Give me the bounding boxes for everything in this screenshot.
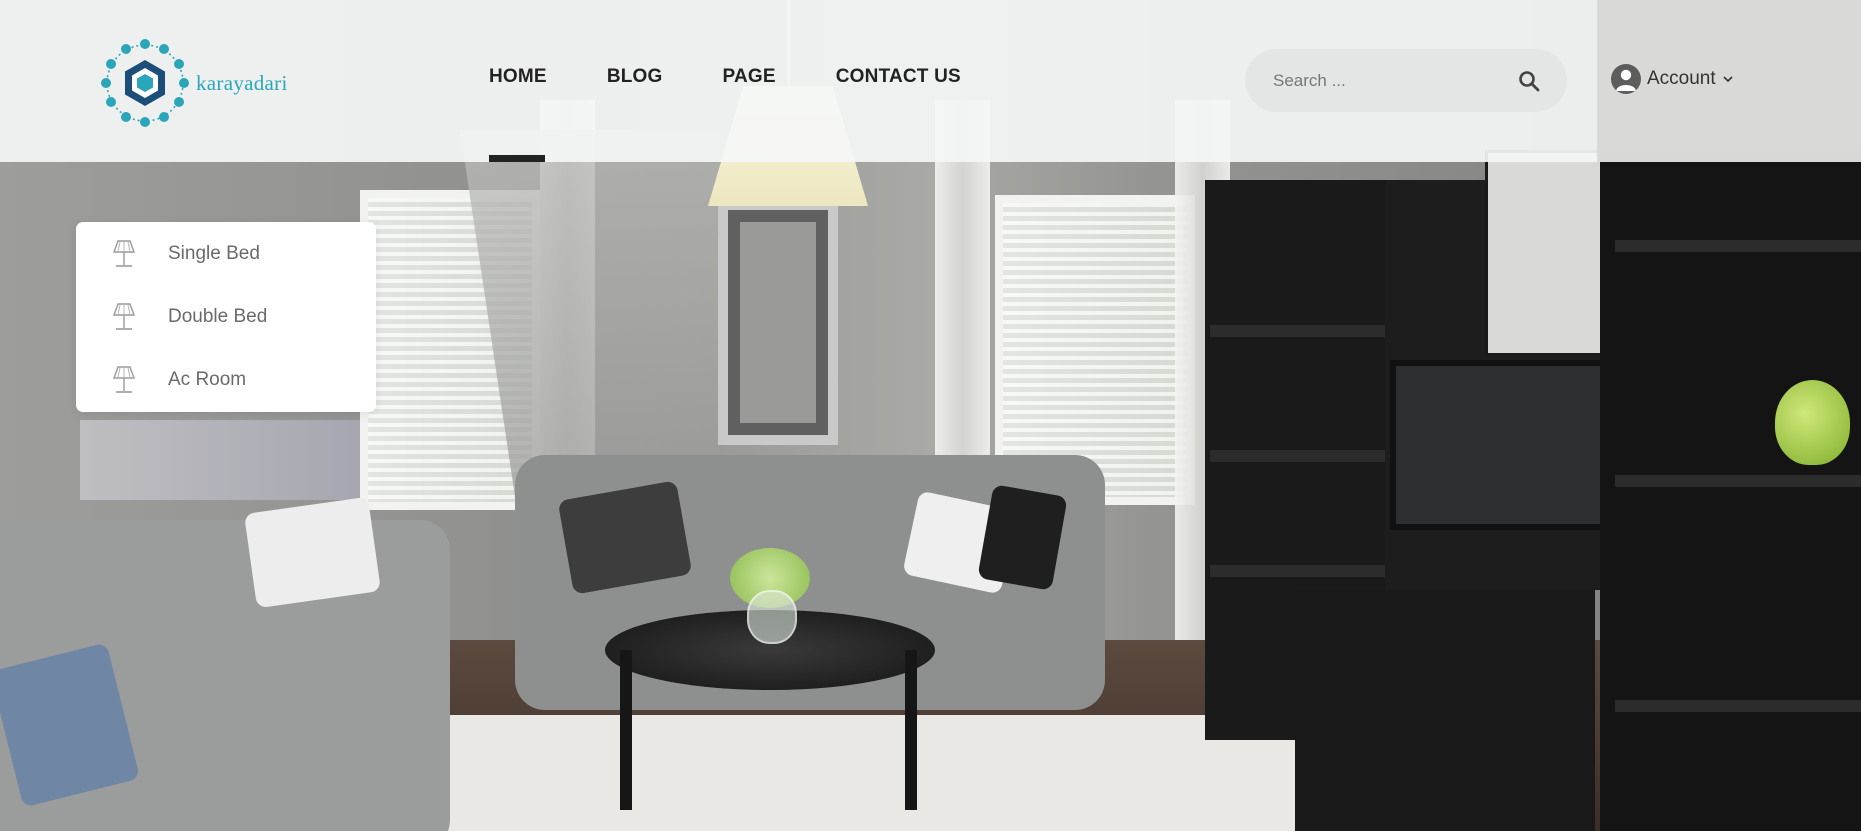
nav-contact-us[interactable]: CONTACT US <box>836 66 961 88</box>
account-menu-button[interactable]: Account <box>1611 64 1734 94</box>
shelf <box>1615 700 1861 712</box>
menu-item-label: Single Bed <box>168 242 260 264</box>
tv-cabinet <box>1295 590 1595 831</box>
logo[interactable]: karayadari <box>100 38 288 128</box>
decor-pear <box>1775 380 1850 465</box>
shelf <box>1615 240 1861 252</box>
menu-item-double-bed[interactable]: Double Bed <box>76 285 376 348</box>
page: karayadari HOME BLOG PAGE CONTACT US Sea… <box>0 0 1861 831</box>
logo-hexagon-icon <box>101 39 189 127</box>
chevron-down-icon <box>1723 76 1733 83</box>
lamp-icon <box>113 365 135 393</box>
cushion <box>243 496 382 609</box>
framed-flower-art <box>1485 150 1606 356</box>
site-header: karayadari HOME BLOG PAGE CONTACT US Sea… <box>0 0 1861 162</box>
room-type-menu: Single Bed Double Bed Ac Room <box>76 222 376 412</box>
shelf <box>1210 565 1400 577</box>
table-leg <box>905 650 917 810</box>
lamp-icon <box>113 302 135 330</box>
menu-item-single-bed[interactable]: Single Bed <box>76 222 376 285</box>
shelf <box>1210 325 1400 337</box>
menu-item-label: Ac Room <box>168 368 247 390</box>
nav-page[interactable]: PAGE <box>723 66 776 88</box>
table-leg <box>620 650 632 810</box>
search-icon[interactable] <box>1517 69 1541 93</box>
shelf <box>1210 450 1400 462</box>
brand-name: karayadari <box>196 70 288 95</box>
lamp-icon <box>113 239 135 267</box>
user-icon <box>1611 64 1641 94</box>
main-nav: HOME BLOG PAGE CONTACT US <box>489 66 1021 162</box>
nav-blog[interactable]: BLOG <box>607 66 663 88</box>
nav-home[interactable]: HOME <box>489 66 547 162</box>
search-box <box>1245 49 1567 112</box>
account-area: Account <box>1597 0 1861 162</box>
shelf-unit-right <box>1600 150 1861 831</box>
account-label: Account <box>1647 68 1716 89</box>
shelf <box>1615 475 1861 487</box>
mirror <box>718 200 838 445</box>
search-input[interactable] <box>1271 69 1517 92</box>
menu-item-label: Double Bed <box>168 305 268 327</box>
vase <box>747 590 797 644</box>
menu-item-ac-room[interactable]: Ac Room <box>76 348 376 411</box>
